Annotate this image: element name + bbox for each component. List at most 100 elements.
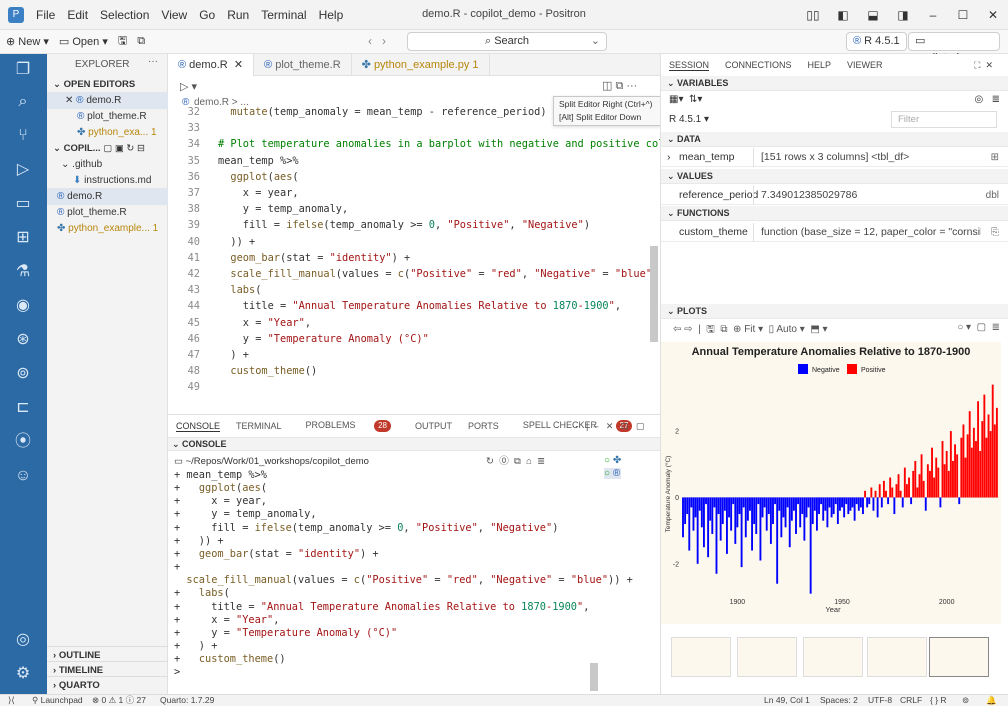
close-window-button[interactable]: ✕ <box>978 8 1008 22</box>
plot-thumbnail[interactable] <box>803 637 863 677</box>
code-line[interactable]: 40 )) + <box>168 236 648 249</box>
code-line[interactable]: 36 ggplot(aes( <box>168 171 648 184</box>
code-line[interactable]: 48 custom_theme() <box>168 365 648 378</box>
close-tab-icon[interactable]: ✕ <box>234 59 243 71</box>
open-editor-plot-theme[interactable]: ® plot_theme.R <box>47 108 168 125</box>
code-line[interactable]: 43 labs( <box>168 284 648 297</box>
code-line[interactable]: 34 # Plot temperature anomalies in a barp… <box>168 138 683 151</box>
tab-problems[interactable]: PROBLEMS 28 <box>298 420 399 432</box>
plot-thumbnail-active[interactable] <box>929 637 989 677</box>
tab-terminal[interactable]: TERMINAL <box>236 421 282 431</box>
tab-output[interactable]: OUTPUT <box>415 421 452 431</box>
git-graph-icon[interactable]: ⦿ <box>13 432 33 452</box>
tab-ports[interactable]: PORTS <box>468 421 499 431</box>
variables-header[interactable]: ⌄ VARIABLES <box>661 76 1008 91</box>
tab-plot-theme[interactable]: ® plot_theme.R <box>254 54 352 76</box>
code-line[interactable]: 41 geom_bar(stat = "identity") + <box>168 252 648 265</box>
view-function-icon[interactable]: ⎘ <box>991 223 999 242</box>
connections-icon[interactable]: ⊏ <box>13 398 33 418</box>
variables-actions-icon[interactable]: ◎ ≣ <box>975 94 1000 105</box>
menu-view[interactable]: View <box>161 8 187 22</box>
save-icon[interactable]: 🖫 <box>118 32 127 51</box>
code-line[interactable]: 49 <box>168 381 648 394</box>
code-line[interactable]: 42 scale_fill_manual(values = c("Positiv… <box>168 268 677 281</box>
publish-icon[interactable]: ⊛ <box>13 330 33 350</box>
toggle-panel-icon[interactable]: ⬓ <box>858 8 888 22</box>
menu-terminal[interactable]: Terminal <box>261 8 306 22</box>
search-activity-icon[interactable]: ⌕ <box>13 92 33 112</box>
maximize-button[interactable]: ☐ <box>948 8 978 22</box>
menu-file[interactable]: File <box>36 8 55 22</box>
table-view-icon[interactable]: ⊞ <box>991 148 999 167</box>
open-button[interactable]: ▭ Open ▾ <box>59 35 108 48</box>
variable-row-mean-temp[interactable]: › mean_temp [151 rows x 3 columns] <tbl_df… <box>661 148 1008 167</box>
plot-thumbnail[interactable] <box>671 637 731 677</box>
code-line[interactable]: 46 y = "Temperature Anomaly (°C)" <box>168 333 648 346</box>
code-editor[interactable]: 32 mutate(temp_anomaly = mean_temp - ref… <box>168 106 683 402</box>
close-icon[interactable]: ✕ <box>65 95 73 106</box>
r-session-selector[interactable]: R 4.5.1 ▾ <box>669 114 709 125</box>
folder-actions-icon[interactable]: ▢ ▣ ↻ ⊟ <box>103 143 145 154</box>
menu-run[interactable]: Run <box>227 8 249 22</box>
tab-session[interactable]: SESSION <box>669 60 710 71</box>
search-input[interactable]: ⌕ Search ⌄ <box>407 32 607 51</box>
layout-icon[interactable]: ▯▯ <box>798 8 828 22</box>
values-header[interactable]: ⌄ VALUES <box>661 169 1008 184</box>
new-button[interactable]: ⊕ New ▾ <box>6 35 49 48</box>
tree-item-demo[interactable]: ® demo.R <box>47 188 168 205</box>
chat-icon[interactable]: ☺ <box>13 466 33 486</box>
minimize-button[interactable]: – <box>918 8 948 22</box>
code-line[interactable]: 44 title = "Annual Temperature Anomalies… <box>168 300 648 313</box>
encoding[interactable]: UTF-8 <box>868 695 892 706</box>
testing-icon[interactable]: ⚗ <box>13 262 33 282</box>
console-header[interactable]: ⌄ CONSOLE <box>168 437 660 451</box>
github-icon[interactable]: ◉ <box>13 296 33 316</box>
panel-actions-icon[interactable]: ··· | – ✕ ⊡ ▢ <box>572 421 644 432</box>
expand-icon[interactable]: › <box>667 148 671 167</box>
problems-status[interactable]: ⊗ 0 ⚠ 1 ⓘ 27 <box>92 695 146 706</box>
tab-python-example[interactable]: ✤ python_example.py 1 <box>352 54 490 76</box>
plot-thumbnail[interactable] <box>737 637 797 677</box>
open-editor-demo[interactable]: ✕ ® demo.R <box>47 92 168 109</box>
explorer-icon[interactable]: ❐ <box>13 60 33 80</box>
notifications-icon[interactable]: 🔔 <box>986 695 997 706</box>
tree-item-github[interactable]: ⌄ .github <box>47 156 168 173</box>
tree-item-plot-theme[interactable]: ® plot_theme.R <box>47 204 168 221</box>
filter-input[interactable]: Filter <box>891 111 997 128</box>
code-line[interactable]: 38 y = temp_anomaly, <box>168 203 648 216</box>
remote-explorer-icon[interactable]: ▭ <box>13 194 33 214</box>
tab-demo[interactable]: ® demo.R ✕ <box>168 54 255 76</box>
tab-help[interactable]: HELP <box>808 60 832 70</box>
project-button[interactable]: ▭ copilot_demo ⌄ <box>908 32 1000 64</box>
plots-header[interactable]: ⌄ PLOTS <box>661 304 1008 319</box>
tree-item-python[interactable]: ✤ python_example... 1 <box>47 220 168 237</box>
account-icon[interactable]: ◎ <box>13 630 33 650</box>
code-line[interactable]: 39 fill = ifelse(temp_anomaly >= 0, "Pos… <box>168 219 648 232</box>
extensions-icon[interactable]: ⊞ <box>13 228 33 248</box>
console-actions-icon[interactable]: ↻ ⓪ ⧉ ⌂ ≣ <box>486 454 545 469</box>
variable-row-reference-period[interactable]: reference_period 7.349012385029786 dbl <box>661 186 1008 205</box>
variable-row-custom-theme[interactable]: custom_theme function (base_size = 12, pa… <box>661 223 1008 242</box>
menu-help[interactable]: Help <box>319 8 344 22</box>
run-icon[interactable]: ▷ ▾ <box>180 80 197 93</box>
menu-go[interactable]: Go <box>199 8 215 22</box>
quarto-version[interactable]: Quarto: 1.7.29 <box>160 695 214 706</box>
menu-edit[interactable]: Edit <box>67 8 88 22</box>
tab-console[interactable]: CONSOLE <box>176 421 221 432</box>
open-editor-python[interactable]: ✤ python_exa... 1 <box>47 124 168 141</box>
code-line[interactable]: 45 x = "Year", <box>168 317 648 330</box>
toggle-sidebar-icon[interactable]: ◧ <box>828 8 858 22</box>
console-scrollbar[interactable] <box>590 663 598 691</box>
code-line[interactable]: 47 ) + <box>168 349 648 362</box>
python-session-icon[interactable]: ○ ✤ <box>604 455 621 466</box>
folder-header[interactable]: ⌄ COPIL... ▢ ▣ ↻ ⊟ <box>47 140 168 157</box>
indent-setting[interactable]: Spaces: 2 <box>820 695 858 706</box>
line-ending[interactable]: CRLF <box>900 695 922 706</box>
data-header[interactable]: ⌄ DATA <box>661 132 1008 147</box>
tab-viewer[interactable]: VIEWER <box>847 60 883 70</box>
open-editors-header[interactable]: ⌄ OPEN EDITORS <box>47 76 168 93</box>
toggle-secondary-icon[interactable]: ◨ <box>888 8 918 22</box>
console-output[interactable]: + mean_temp %>% + ggplot(aes(+ x = year, +… <box>174 469 633 689</box>
cursor-position[interactable]: Ln 49, Col 1 <box>764 695 810 706</box>
nav-back-forward[interactable]: ‹ › <box>368 34 386 48</box>
